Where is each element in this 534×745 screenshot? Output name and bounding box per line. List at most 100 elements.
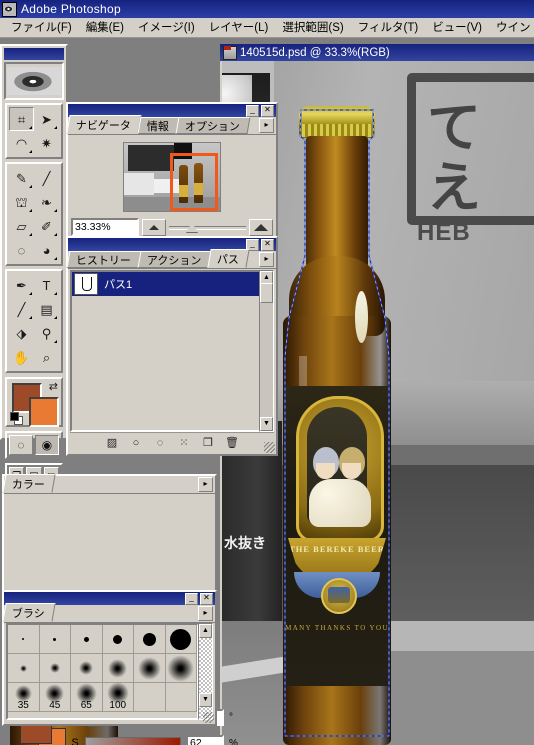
paintbrush-tool[interactable]: ╱	[34, 166, 59, 190]
scroll-down-icon[interactable]: ▼	[199, 693, 212, 707]
load-selection-icon[interactable]: ◌	[148, 434, 172, 451]
navigator-thumbnail[interactable]	[123, 142, 221, 212]
close-icon[interactable]: ✕	[200, 592, 213, 605]
background-color-swatch[interactable]	[29, 397, 59, 427]
type-tool[interactable]: T	[34, 273, 59, 297]
brush-preset[interactable]	[71, 625, 103, 653]
brush-preset[interactable]	[8, 625, 40, 653]
saturation-value-input[interactable]: 62	[186, 734, 224, 745]
zoom-level-input[interactable]: 33.33%	[71, 218, 139, 236]
sign-kana-2: え	[427, 156, 481, 219]
pen-tool[interactable]: ✒	[9, 273, 34, 297]
hand-tool[interactable]: ✋	[9, 345, 34, 369]
history-brush-tool[interactable]: ❧	[34, 190, 59, 214]
list-item[interactable]: パス1	[72, 272, 259, 296]
brush-preset[interactable]	[134, 625, 166, 653]
resize-grip[interactable]	[264, 442, 275, 453]
fill-path-icon[interactable]: ▨	[100, 434, 124, 451]
paint-bucket-tool[interactable]: ⬗	[9, 321, 34, 345]
new-path-icon[interactable]: ❐	[196, 434, 220, 451]
palette-menu-icon[interactable]: ▸	[259, 118, 274, 133]
saturation-slider[interactable]	[85, 737, 181, 745]
blur-tool[interactable]: ◌	[9, 238, 34, 262]
eyedropper-tool[interactable]: ⚲	[34, 321, 59, 345]
magic-wand-tool[interactable]: ✷	[34, 131, 59, 155]
tab-paths[interactable]: パス	[207, 249, 251, 268]
brushes-grid[interactable]: 35 45 65 100	[6, 623, 199, 720]
brush-preset[interactable]	[40, 625, 71, 653]
default-colors-icon[interactable]	[10, 412, 23, 425]
scroll-up-icon[interactable]: ▲	[199, 624, 212, 638]
brush-preset[interactable]	[71, 654, 103, 682]
tab-actions[interactable]: アクション	[137, 251, 212, 268]
lasso-tool[interactable]: ◠	[9, 131, 34, 155]
brush-preset[interactable]	[8, 654, 40, 682]
navigator-view-rectangle[interactable]	[170, 153, 218, 211]
make-path-icon[interactable]: ⁙	[172, 434, 196, 451]
delete-path-icon[interactable]: 🗑	[220, 434, 244, 451]
swap-colors-icon[interactable]: ⇄	[49, 380, 58, 393]
zoom-in-icon[interactable]	[249, 218, 273, 236]
brush-preset[interactable]	[134, 654, 166, 682]
brush-preset[interactable]: 35	[8, 683, 40, 711]
standard-mode-button[interactable]: ◌	[9, 435, 33, 455]
crop-tool[interactable]: ⌗	[9, 107, 34, 131]
menu-edit[interactable]: 編集(E)	[79, 18, 131, 37]
label-face-right	[342, 463, 361, 479]
stroke-path-icon[interactable]: ○	[124, 434, 148, 451]
menu-layer[interactable]: レイヤー(L)	[202, 18, 276, 37]
tool-group-painting: ✎ ╱ ⛫ ❧ ▱ ✐ ◌ ◕	[5, 162, 63, 266]
tab-info[interactable]: 情報	[137, 117, 180, 134]
airbrush-tool[interactable]: ✎	[9, 166, 34, 190]
minimize-icon[interactable]: _	[246, 104, 259, 117]
palette-menu-icon[interactable]: ▸	[259, 252, 274, 267]
zoom-slider-track	[169, 225, 246, 230]
measure-tool[interactable]: ╱	[9, 297, 34, 321]
menu-window[interactable]: ウインドウ(W)	[489, 18, 534, 37]
menu-filter[interactable]: フィルタ(T)	[351, 18, 425, 37]
zoom-slider-thumb[interactable]	[185, 222, 198, 232]
eraser-tool[interactable]: ▱	[9, 214, 34, 238]
pencil-tool[interactable]: ✐	[34, 214, 59, 238]
brush-preset[interactable]	[103, 625, 134, 653]
brush-preset[interactable]: 100	[103, 682, 134, 711]
zoom-out-icon[interactable]	[142, 218, 166, 236]
palette-menu-icon[interactable]: ▸	[198, 606, 213, 621]
tab-brushes[interactable]: ブラシ	[2, 603, 56, 622]
tab-color[interactable]: カラー	[2, 474, 56, 493]
close-icon[interactable]: ✕	[261, 104, 274, 117]
menu-select[interactable]: 選択範囲(S)	[275, 18, 350, 37]
palette-menu-icon[interactable]: ▸	[198, 477, 213, 492]
scroll-thumb[interactable]	[260, 283, 273, 303]
brush-preset[interactable]: 65	[71, 682, 103, 711]
paths-list[interactable]: パス1	[70, 270, 261, 432]
menu-image[interactable]: イメージ(I)	[131, 18, 202, 37]
menu-file[interactable]: ファイル(F)	[4, 18, 79, 37]
dodge-burn-tool[interactable]: ◕	[34, 238, 59, 262]
zoom-tool[interactable]: ⌕	[34, 345, 59, 369]
scroll-down-icon[interactable]: ▼	[260, 417, 273, 431]
minimize-icon[interactable]: _	[185, 592, 198, 605]
application-title: Adobe Photoshop	[21, 2, 121, 16]
resize-grip[interactable]	[203, 712, 214, 723]
close-icon[interactable]: ✕	[261, 238, 274, 251]
brush-preset[interactable]	[103, 654, 134, 682]
tab-history[interactable]: ヒストリー	[66, 251, 142, 268]
menu-view[interactable]: ビュー(V)	[425, 18, 489, 37]
rubber-stamp-tool[interactable]: ⛫	[9, 190, 34, 214]
tab-options[interactable]: オプション	[175, 117, 251, 134]
gradient-tool[interactable]: ▤	[34, 297, 59, 321]
document-title-bar[interactable]: 140515d.psd @ 33.3%(RGB)	[220, 44, 534, 61]
brush-preset[interactable]	[166, 654, 197, 682]
tab-navigator[interactable]: ナビゲータ	[66, 115, 142, 134]
brush-preset[interactable]: 45	[40, 683, 71, 711]
paths-scrollbar[interactable]: ▲ ▼	[259, 270, 274, 432]
move-tool[interactable]: ➤	[34, 107, 59, 131]
brushes-scrollbar[interactable]: ▲ ▼	[198, 623, 213, 720]
zoom-slider[interactable]	[169, 220, 246, 235]
brush-preset[interactable]	[40, 654, 71, 682]
application-title-bar: Adobe Photoshop	[0, 0, 534, 18]
toolbox-title-bar[interactable]	[4, 48, 64, 60]
brush-preset[interactable]	[166, 625, 197, 653]
quick-mask-mode-button[interactable]: ◉	[35, 435, 59, 455]
